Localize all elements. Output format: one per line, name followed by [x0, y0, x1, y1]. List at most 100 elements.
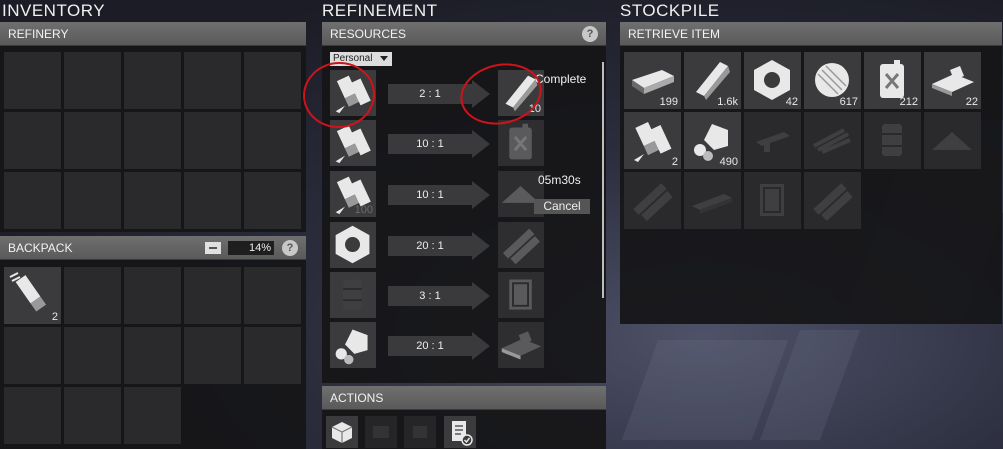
- refinery-slot[interactable]: [64, 52, 121, 109]
- stockpile-item[interactable]: [804, 172, 861, 229]
- refinery-panel: REFINERY: [0, 22, 306, 232]
- refinery-slot[interactable]: [4, 172, 61, 229]
- stockpile-panel: RETRIEVE ITEM 199 1.6k 42 617 212 22 2 490: [620, 22, 1002, 324]
- refinery-grid: [4, 52, 301, 229]
- refine-recipe-row[interactable]: 20 : 1: [330, 222, 600, 270]
- refinery-slot[interactable]: [244, 112, 301, 169]
- hex-nut-icon: [335, 225, 370, 264]
- backpack-slot[interactable]: [4, 327, 61, 384]
- refine-status-complete: Complete: [535, 72, 587, 86]
- refinery-slot[interactable]: [124, 52, 181, 109]
- backpack-slot[interactable]: [64, 327, 121, 384]
- item-count: 2: [51, 311, 58, 323]
- storage-box-icon: [205, 242, 221, 254]
- item-count: 22: [965, 96, 978, 108]
- item-count: 100: [354, 204, 373, 216]
- clipboard-check-icon: [452, 421, 473, 446]
- recipe-ratio: 2 : 1: [388, 84, 472, 104]
- refinery-slot[interactable]: [124, 172, 181, 229]
- gun-parts-icon: [756, 132, 790, 152]
- retrieve-label: RETRIEVE ITEM: [628, 27, 721, 41]
- backpack-slot[interactable]: [64, 387, 121, 444]
- stockpile-item[interactable]: 22: [924, 52, 981, 109]
- backpack-label: BACKPACK: [8, 241, 73, 255]
- refinery-slot[interactable]: [244, 52, 301, 109]
- arrow-right-icon: [472, 181, 490, 209]
- arrow-right-icon: [472, 332, 490, 360]
- backpack-slot[interactable]: 2: [4, 267, 61, 324]
- action-list-button[interactable]: [444, 416, 476, 448]
- refinery-slot[interactable]: [184, 112, 241, 169]
- stockpile-item[interactable]: [864, 112, 921, 169]
- cancel-button[interactable]: Cancel: [534, 199, 590, 214]
- action-crate-button[interactable]: [326, 416, 358, 448]
- recipe-ratio: 3 : 1: [388, 286, 472, 306]
- item-count: 617: [839, 96, 858, 108]
- stockpile-item[interactable]: 42: [744, 52, 801, 109]
- recipe-output-slot[interactable]: [498, 222, 544, 268]
- stockpile-item[interactable]: 2: [624, 112, 681, 169]
- refinery-slot[interactable]: [4, 112, 61, 169]
- pipes-icon: [633, 183, 673, 221]
- stockpile-item[interactable]: 1.6k: [684, 52, 741, 109]
- refine-recipe-row[interactable]: 10 : 1: [330, 120, 600, 168]
- action-disabled-button[interactable]: [365, 416, 397, 448]
- refinery-slot[interactable]: [4, 52, 61, 109]
- rocks-icon: [335, 329, 368, 365]
- recipe-source-slot[interactable]: [330, 272, 376, 318]
- backpack-slot[interactable]: [4, 387, 61, 444]
- backpack-grid: 2: [4, 267, 301, 444]
- item-count: 2: [671, 156, 678, 168]
- jerrycan-icon: [509, 123, 532, 160]
- recipe-source-slot[interactable]: [330, 322, 376, 368]
- retrieve-header: RETRIEVE ITEM: [620, 22, 1002, 46]
- help-icon[interactable]: ?: [582, 26, 598, 42]
- resources-header: RESOURCES ?: [322, 22, 606, 46]
- refinery-slot[interactable]: [64, 112, 121, 169]
- crate-icon: [331, 422, 353, 443]
- refinery-slot[interactable]: [184, 52, 241, 109]
- recipe-source-slot[interactable]: 100: [330, 171, 376, 217]
- stockpile-item[interactable]: 490: [684, 112, 741, 169]
- stockpile-item[interactable]: 617: [804, 52, 861, 109]
- stockpile-item[interactable]: 199: [624, 52, 681, 109]
- recipe-source-slot[interactable]: [330, 222, 376, 268]
- recipe-ratio: 10 : 1: [388, 185, 472, 205]
- pipes-icon: [813, 183, 853, 221]
- refine-recipe-row[interactable]: 20 : 1: [330, 322, 600, 370]
- backpack-slot[interactable]: [184, 267, 241, 324]
- backpack-capacity: 14%: [228, 241, 274, 255]
- stockpile-item[interactable]: [924, 112, 981, 169]
- refine-recipe-row[interactable]: 3 : 1: [330, 272, 600, 320]
- backpack-header: BACKPACK 14% ?: [0, 236, 306, 260]
- stockpile-item[interactable]: [684, 172, 741, 229]
- recipe-output-slot[interactable]: [498, 272, 544, 318]
- recipe-output-slot[interactable]: [498, 120, 544, 166]
- refinement-scrollbar[interactable]: [602, 62, 604, 298]
- help-icon[interactable]: ?: [282, 240, 298, 256]
- backpack-slot[interactable]: [124, 387, 181, 444]
- refinery-header: REFINERY: [0, 22, 306, 46]
- backpack-slot[interactable]: [244, 327, 301, 384]
- arrow-right-icon: [472, 282, 490, 310]
- refinery-slot[interactable]: [124, 112, 181, 169]
- backpack-slot[interactable]: [124, 327, 181, 384]
- backpack-slot[interactable]: [124, 267, 181, 324]
- stockpile-item[interactable]: [744, 172, 801, 229]
- action-disabled-button[interactable]: [404, 416, 436, 448]
- recipe-ratio: 10 : 1: [388, 134, 472, 154]
- recipe-output-slot[interactable]: [498, 322, 544, 368]
- backpack-slot[interactable]: [64, 267, 121, 324]
- recipe-ratio: 20 : 1: [388, 336, 472, 356]
- chevron-down-icon: [380, 56, 388, 61]
- backpack-slot[interactable]: [244, 267, 301, 324]
- refinery-slot[interactable]: [64, 172, 121, 229]
- backpack-slot[interactable]: [184, 327, 241, 384]
- refinery-slot[interactable]: [244, 172, 301, 229]
- refinery-slot[interactable]: [184, 172, 241, 229]
- stockpile-item[interactable]: 212: [864, 52, 921, 109]
- stockpile-item[interactable]: [744, 112, 801, 169]
- stockpile-item[interactable]: [624, 172, 681, 229]
- plates-icon: [501, 331, 542, 360]
- stockpile-item[interactable]: [804, 112, 861, 169]
